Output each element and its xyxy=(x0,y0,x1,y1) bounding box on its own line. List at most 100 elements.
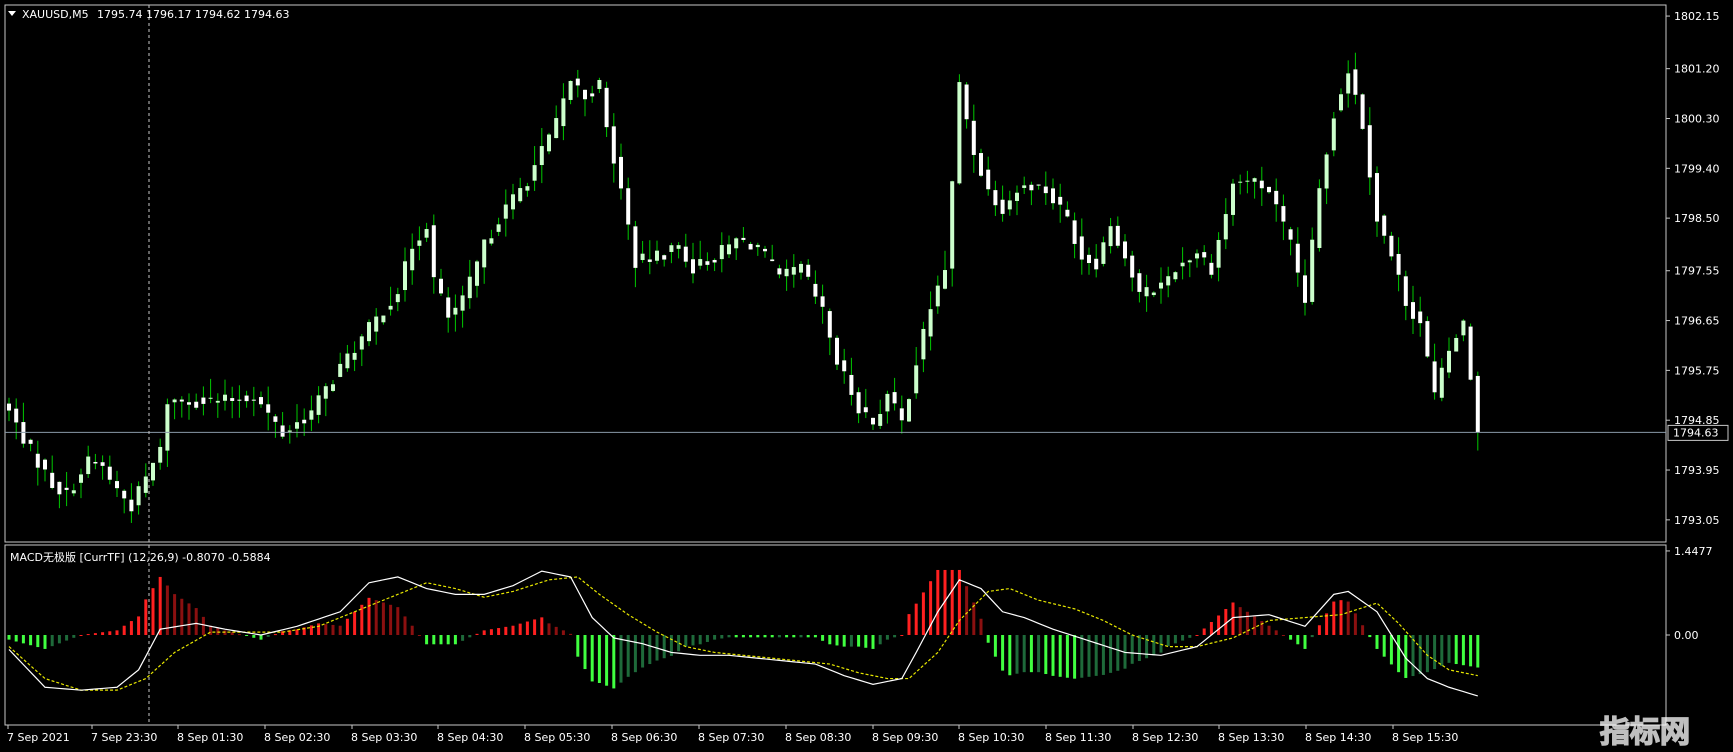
bear-candle-body xyxy=(1396,253,1401,275)
bull-candle-body xyxy=(554,118,559,139)
macd-histogram-bar xyxy=(828,635,832,645)
macd-histogram-bar xyxy=(993,635,997,657)
bull-candle-body xyxy=(943,270,947,289)
bear-candle-body xyxy=(28,439,33,444)
macd-histogram-bar xyxy=(1173,635,1177,644)
macd-histogram-bar xyxy=(273,634,277,636)
macd-histogram-bar xyxy=(1281,635,1285,636)
bear-candle-body xyxy=(244,395,249,402)
time-tick-label: 8 Sep 01:30 xyxy=(177,731,243,744)
macd-histogram-bar xyxy=(266,635,270,637)
macd-histogram-bar xyxy=(1296,635,1300,645)
bull-candle-body xyxy=(1159,282,1163,289)
bear-candle-body xyxy=(604,87,609,128)
price-tick-label: 1801.20 xyxy=(1674,63,1720,76)
ohlc-values: 1795.74 1796.17 1794.62 1794.63 xyxy=(97,8,289,21)
bear-candle-body xyxy=(122,490,127,499)
macd-tick-label: 1.4477 xyxy=(1674,545,1713,558)
bear-candle-body xyxy=(64,487,69,490)
bear-candle-body xyxy=(7,403,11,411)
bear-candle-body xyxy=(863,407,868,413)
time-tick-label: 8 Sep 08:30 xyxy=(785,731,851,744)
macd-histogram-bar xyxy=(777,635,781,638)
macd-histogram-bar xyxy=(129,621,133,635)
macd-histogram-bar xyxy=(1037,635,1041,673)
macd-histogram-bar xyxy=(936,569,940,635)
bear-candle-body xyxy=(806,264,811,277)
macd-histogram-bar xyxy=(1094,635,1098,676)
bear-candle-body xyxy=(35,453,40,468)
macd-histogram-bar xyxy=(389,604,393,635)
time-tick-label: 7 Sep 23:30 xyxy=(91,731,157,744)
bear-candle-body xyxy=(1353,69,1358,95)
macd-histogram-bar xyxy=(583,635,587,670)
bull-candle-body xyxy=(1151,292,1156,296)
macd-histogram-bar xyxy=(468,635,472,638)
macd-histogram-bar xyxy=(425,635,429,645)
macd-histogram-bar xyxy=(1253,616,1257,635)
price-tick-label: 1797.55 xyxy=(1674,265,1720,278)
bear-candle-body xyxy=(1267,186,1271,193)
macd-histogram-bar xyxy=(1339,600,1343,635)
bear-candle-body xyxy=(712,259,717,263)
bear-candle-body xyxy=(251,399,256,401)
bear-candle-body xyxy=(201,397,206,404)
macd-histogram-bar xyxy=(194,608,198,635)
bear-candle-body xyxy=(1382,215,1387,236)
time-tick-label: 8 Sep 15:30 xyxy=(1392,731,1458,744)
macd-histogram-bar xyxy=(986,635,990,643)
bull-candle-body xyxy=(1317,188,1322,248)
bear-candle-body xyxy=(892,392,897,404)
macd-histogram-bar xyxy=(1245,611,1249,635)
macd-histogram-bar xyxy=(7,635,11,640)
symbol-timeframe: XAUUSD,M5 xyxy=(22,8,89,21)
macd-histogram-bar xyxy=(734,635,738,638)
macd-histogram-bar xyxy=(569,633,573,635)
macd-histogram-bar xyxy=(1130,635,1134,664)
bear-candle-body xyxy=(237,399,242,401)
bull-candle-body xyxy=(597,79,602,90)
macd-histogram-bar xyxy=(1044,635,1048,675)
macd-histogram-bar xyxy=(475,633,479,635)
macd-histogram-bar xyxy=(633,635,637,673)
macd-histogram-bar xyxy=(237,634,241,636)
bear-candle-body xyxy=(1065,209,1070,217)
bear-candle-body xyxy=(1094,258,1099,270)
macd-histogram-bar xyxy=(1217,615,1221,635)
bear-candle-body xyxy=(979,153,983,176)
macd-histogram-bar xyxy=(50,635,54,647)
bear-candle-body xyxy=(1360,94,1365,129)
svg-text:1794.63: 1794.63 xyxy=(1673,426,1719,439)
time-tick-label: 8 Sep 02:30 xyxy=(264,731,330,744)
bear-candle-body xyxy=(1058,196,1063,205)
price-tick-label: 1796.65 xyxy=(1674,315,1720,328)
macd-histogram-bar xyxy=(317,623,321,635)
macd-histogram-bar xyxy=(345,618,349,635)
bull-candle-body xyxy=(957,82,962,184)
bull-candle-body xyxy=(172,399,177,403)
bear-candle-body xyxy=(1259,180,1264,189)
macd-histogram-bar xyxy=(180,598,184,635)
macd-histogram-bar xyxy=(122,625,126,635)
bear-candle-body xyxy=(1281,206,1286,222)
bull-candle-body xyxy=(669,245,674,252)
bull-candle-body xyxy=(1173,272,1178,280)
bear-candle-body xyxy=(683,246,688,262)
bull-candle-body xyxy=(503,204,508,219)
bull-candle-body xyxy=(755,244,760,248)
chart-window[interactable]: 1802.15 1801.20 1800.30 1799.40 1798.50 1797.… xyxy=(0,0,1733,752)
macd-histogram-bar xyxy=(1317,625,1321,635)
bull-candle-body xyxy=(698,259,703,266)
bull-candle-body xyxy=(136,486,141,506)
macd-histogram-bar xyxy=(763,635,767,638)
bull-candle-body xyxy=(331,384,335,391)
macd-histogram-bar xyxy=(65,635,69,641)
time-tick-label: 8 Sep 05:30 xyxy=(524,731,590,744)
macd-histogram-bar xyxy=(1267,625,1271,635)
bear-candle-body xyxy=(1072,220,1077,244)
bear-candle-body xyxy=(763,248,767,252)
macd-histogram-bar xyxy=(381,602,385,635)
macd-histogram-bar xyxy=(1015,635,1019,674)
bull-candle-body xyxy=(1339,94,1343,111)
bull-candle-body xyxy=(719,245,724,260)
